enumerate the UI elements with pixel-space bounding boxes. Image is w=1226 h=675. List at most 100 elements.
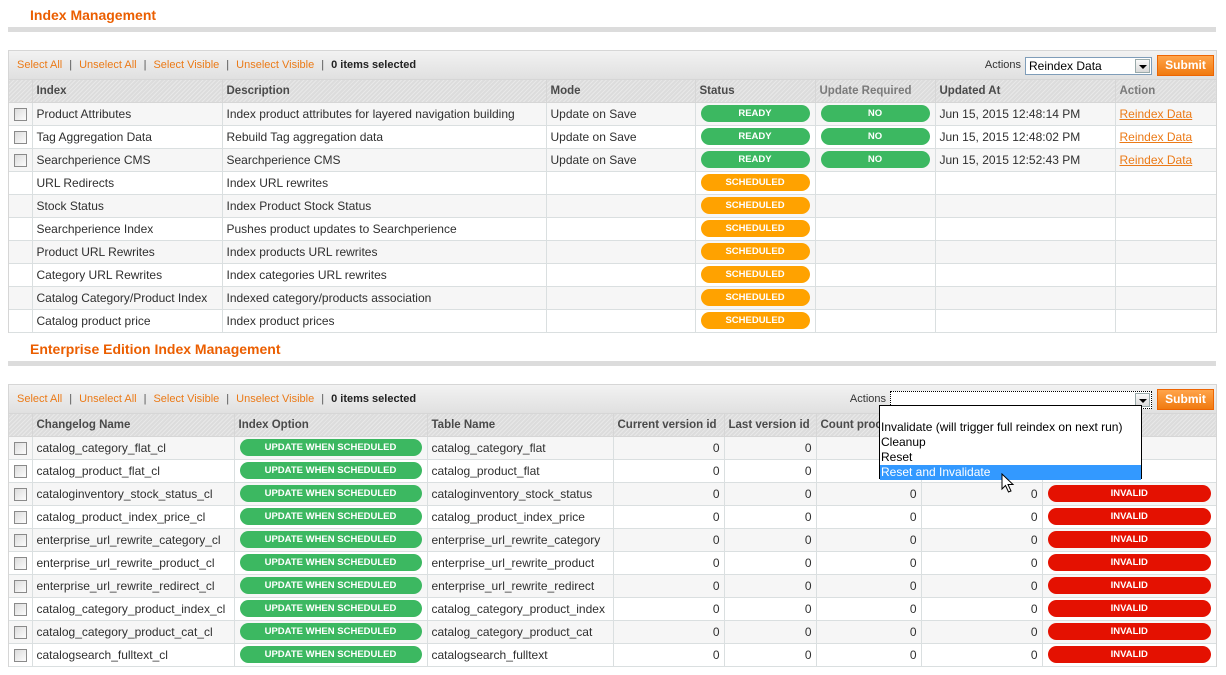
select-all-link[interactable]: Select All	[17, 393, 62, 405]
mouse-cursor-icon	[1001, 473, 1015, 493]
table-name: catalog_product_flat	[427, 459, 614, 483]
action-cell: Reindex Data	[1115, 125, 1216, 149]
index-mode	[546, 263, 696, 287]
column-header-updated-at[interactable]: Updated At	[935, 80, 1116, 103]
submit-button[interactable]: Submit	[1157, 389, 1214, 410]
column-header-description[interactable]: Description	[222, 80, 547, 103]
hidden-column-value: 0	[921, 551, 1043, 575]
row-checkbox[interactable]	[13, 625, 27, 639]
count-processed: 0	[816, 620, 922, 644]
row-checkbox[interactable]	[13, 533, 27, 547]
select-all-link[interactable]: Select All	[17, 59, 62, 71]
select-visible-link[interactable]: Select Visible	[153, 393, 219, 405]
table-row[interactable]: catalog_product_index_price_cl UPDATE WHE…	[9, 505, 1216, 529]
row-checkbox[interactable]	[13, 556, 27, 570]
submit-button[interactable]: Submit	[1157, 55, 1214, 76]
table-row[interactable]: enterprise_url_rewrite_category_cl UPDATE…	[9, 528, 1216, 552]
changelog-name: catalog_product_flat_cl	[32, 459, 235, 483]
table-name: cataloginventory_stock_status	[427, 482, 614, 506]
action-cell: Reindex Data	[1115, 148, 1216, 172]
reindex-data-link[interactable]: Reindex Data	[1120, 107, 1193, 121]
table-row[interactable]: Catalog Category/Product Index Indexed ca…	[9, 286, 1216, 310]
column-header-changelog-name[interactable]: Changelog Name	[32, 414, 235, 437]
current-version-id: 0	[613, 574, 725, 598]
dropdown-option-invalidate[interactable]: Invalidate (will trigger full reindex on…	[880, 420, 1141, 435]
section-divider	[8, 361, 1216, 366]
column-header-table-name[interactable]: Table Name	[427, 414, 614, 437]
actions-label: Actions	[984, 59, 1021, 71]
separator: |	[321, 59, 325, 71]
index-mode	[546, 194, 696, 218]
actions-dropdown-list: Invalidate (will trigger full reindex on…	[879, 405, 1142, 480]
table-row[interactable]: catalog_category_product_index_cl UPDATE …	[9, 597, 1216, 621]
status-badge: INVALID	[1047, 531, 1211, 548]
column-header-last-version-id[interactable]: Last version id	[724, 414, 817, 437]
index-mode: Update on Save	[546, 148, 696, 172]
row-checkbox[interactable]	[13, 130, 27, 144]
table-row[interactable]: Catalog product price Index product price…	[9, 309, 1216, 333]
table-row[interactable]: URL Redirects Index URL rewrites SCHEDULED	[9, 171, 1216, 195]
table-row[interactable]: Product URL Rewrites Index products URL r…	[9, 240, 1216, 264]
table-row[interactable]: Tag Aggregation Data Rebuild Tag aggregat…	[9, 125, 1216, 149]
table-row[interactable]: enterprise_url_rewrite_product_cl UPDATE …	[9, 551, 1216, 575]
table-row[interactable]: enterprise_url_rewrite_redirect_cl UPDATE…	[9, 574, 1216, 598]
dropdown-option-blank[interactable]	[880, 406, 1141, 420]
column-header-current-version-id[interactable]: Current version id	[613, 414, 725, 437]
table-row[interactable]: cataloginventory_stock_status_cl UPDATE W…	[9, 482, 1216, 506]
row-checkbox[interactable]	[13, 464, 27, 478]
table-row[interactable]: Searchperience CMS Searchperience CMS Upda…	[9, 148, 1216, 172]
column-header-status[interactable]: Status	[695, 80, 816, 103]
last-version-id: 0	[724, 574, 817, 598]
table-name: catalog_category_product_index	[427, 597, 614, 621]
row-checkbox[interactable]	[13, 648, 27, 662]
separator: |	[321, 393, 325, 405]
current-version-id: 0	[613, 597, 725, 621]
unselect-visible-link[interactable]: Unselect Visible	[236, 59, 314, 71]
table-row[interactable]: Category URL Rewrites Index categories UR…	[9, 263, 1216, 287]
index-name: Searchperience Index	[32, 217, 223, 241]
row-checkbox-cell	[9, 102, 33, 126]
index-name: Catalog Category/Product Index	[32, 286, 223, 310]
action-cell	[1115, 309, 1216, 333]
row-checkbox[interactable]	[13, 579, 27, 593]
index-name: Tag Aggregation Data	[32, 125, 223, 149]
table-row[interactable]: Searchperience Index Pushes product updat…	[9, 217, 1216, 241]
table-name: catalog_product_index_price	[427, 505, 614, 529]
select-visible-link[interactable]: Select Visible	[153, 59, 219, 71]
table-row[interactable]: catalogsearch_fulltext_cl UPDATE WHEN SCH…	[9, 643, 1216, 667]
column-header-index-option[interactable]: Index Option	[234, 414, 428, 437]
reindex-data-link[interactable]: Reindex Data	[1120, 153, 1193, 167]
dropdown-option-cleanup[interactable]: Cleanup	[880, 435, 1141, 450]
reindex-data-link[interactable]: Reindex Data	[1120, 130, 1193, 144]
status-badge: INVALID	[1047, 623, 1211, 640]
index-mode	[546, 286, 696, 310]
index-option-cell: UPDATE WHEN SCHEDULED	[234, 459, 428, 483]
table-row[interactable]: Stock Status Index Product Stock Status SC…	[9, 194, 1216, 218]
row-checkbox[interactable]	[13, 602, 27, 616]
index-grid: Select All | Unselect All | Select Visible | U…	[8, 50, 1217, 333]
row-checkbox-cell	[9, 528, 33, 552]
chevron-down-icon[interactable]	[1135, 58, 1150, 73]
changelog-name: catalogsearch_fulltext_cl	[32, 643, 235, 667]
row-checkbox-cell	[9, 459, 33, 483]
row-checkbox[interactable]	[13, 107, 27, 121]
row-checkbox[interactable]	[13, 487, 27, 501]
row-checkbox[interactable]	[13, 510, 27, 524]
row-checkbox-cell	[9, 482, 33, 506]
table-row[interactable]: catalog_category_product_cat_cl UPDATE WH…	[9, 620, 1216, 644]
action-cell	[1115, 217, 1216, 241]
actions-select[interactable]: Reindex Data	[1025, 56, 1152, 75]
actions-select-value: Reindex Data	[1029, 58, 1102, 73]
table-row[interactable]: Product Attributes Index product attribut…	[9, 102, 1216, 126]
last-version-id: 0	[724, 482, 817, 506]
unselect-all-link[interactable]: Unselect All	[79, 393, 136, 405]
unselect-visible-link[interactable]: Unselect Visible	[236, 393, 314, 405]
row-checkbox[interactable]	[13, 153, 27, 167]
row-checkbox[interactable]	[13, 441, 27, 455]
changelog-name: enterprise_url_rewrite_redirect_cl	[32, 574, 235, 598]
column-header-index[interactable]: Index	[32, 80, 223, 103]
hidden-column-value: 0	[921, 620, 1043, 644]
unselect-all-link[interactable]: Unselect All	[79, 59, 136, 71]
dropdown-option-reset[interactable]: Reset	[880, 450, 1141, 465]
column-header-mode[interactable]: Mode	[546, 80, 696, 103]
